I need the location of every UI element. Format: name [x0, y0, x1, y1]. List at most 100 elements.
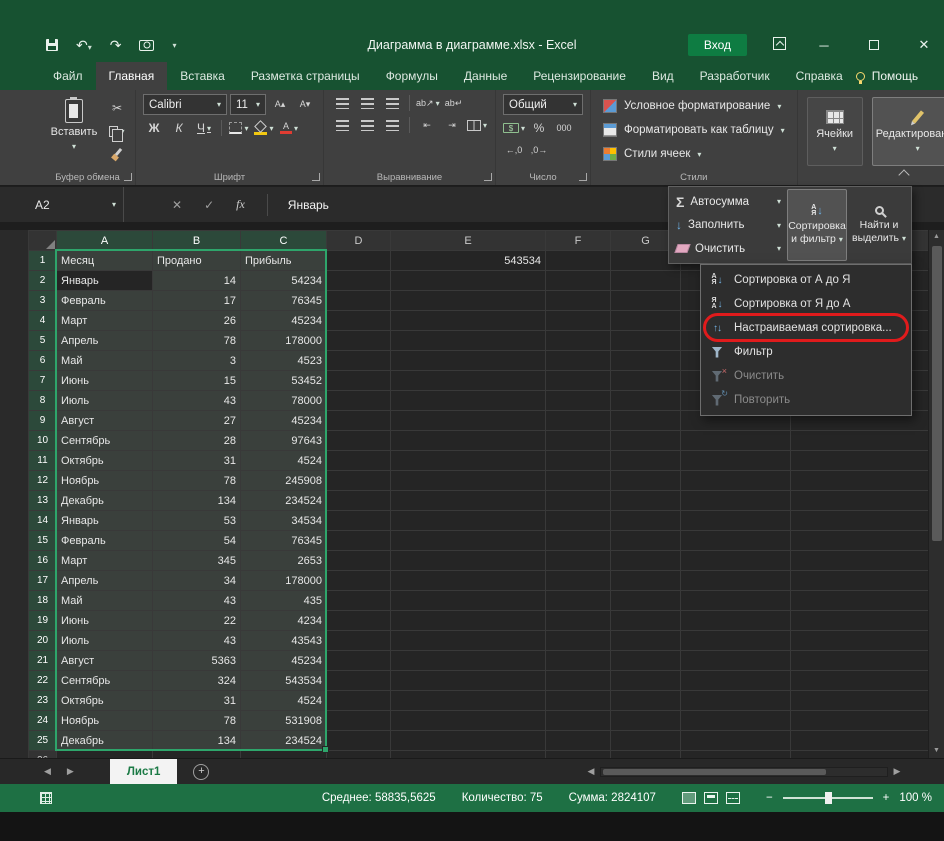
clear-button[interactable]: Очистить ▾ — [671, 237, 787, 260]
cell-C10[interactable]: 97643 — [241, 431, 327, 451]
menu-item[interactable]: Фильтр — [701, 340, 911, 364]
cell-col713[interactable] — [681, 491, 791, 511]
increase-indent-button[interactable]: ⇥ — [441, 116, 463, 134]
cell-A17[interactable]: Апрель — [57, 571, 153, 591]
add-sheet-button[interactable]: + — [193, 764, 209, 780]
cell-G4[interactable] — [611, 311, 681, 331]
cell-col815[interactable] — [791, 531, 929, 551]
cell-G22[interactable] — [611, 671, 681, 691]
dialog-launcher-icon[interactable] — [579, 173, 587, 181]
cell-E6[interactable] — [391, 351, 546, 371]
cell-F2[interactable] — [546, 271, 611, 291]
cell-D3[interactable] — [327, 291, 391, 311]
cell-A6[interactable]: Май — [57, 351, 153, 371]
row-header-16[interactable]: 16 — [29, 551, 57, 571]
zoom-out-icon[interactable]: − — [766, 792, 773, 804]
cell-D2[interactable] — [327, 271, 391, 291]
cell-D16[interactable] — [327, 551, 391, 571]
zoom-level[interactable]: 100 % — [899, 792, 932, 804]
cell-col712[interactable] — [681, 471, 791, 491]
cell-F25[interactable] — [546, 731, 611, 751]
cell-G16[interactable] — [611, 551, 681, 571]
row-header-25[interactable]: 25 — [29, 731, 57, 751]
font-color-button[interactable]: А▾ — [278, 119, 300, 137]
cell-col819[interactable] — [791, 611, 929, 631]
cell-G13[interactable] — [611, 491, 681, 511]
cell-D10[interactable] — [327, 431, 391, 451]
scroll-up-icon[interactable]: ▲ — [929, 230, 944, 244]
cell-col721[interactable] — [681, 651, 791, 671]
cell-B3[interactable]: 17 — [153, 291, 241, 311]
cell-G20[interactable] — [611, 631, 681, 651]
cell-F20[interactable] — [546, 631, 611, 651]
cell-C7[interactable]: 53452 — [241, 371, 327, 391]
cell-E23[interactable] — [391, 691, 546, 711]
number-format-combo[interactable]: Общий▾ — [503, 94, 583, 115]
cell-E18[interactable] — [391, 591, 546, 611]
undo-button[interactable]: ↶▾ — [76, 37, 92, 54]
cell-C13[interactable]: 234524 — [241, 491, 327, 511]
cell-col816[interactable] — [791, 551, 929, 571]
ribbon-tab-Справка[interactable]: Справка — [783, 62, 856, 90]
align-center-button[interactable] — [356, 116, 378, 134]
cell-F19[interactable] — [546, 611, 611, 631]
scroll-right-icon[interactable]: ▶ — [890, 766, 904, 777]
cell-B5[interactable]: 78 — [153, 331, 241, 351]
cell-E5[interactable] — [391, 331, 546, 351]
format-as-table-button[interactable]: Форматировать как таблицу ▾ — [598, 118, 790, 142]
save-button[interactable] — [46, 38, 58, 54]
select-all-button[interactable] — [29, 231, 57, 251]
cell-D9[interactable] — [327, 411, 391, 431]
align-left-button[interactable] — [331, 116, 353, 134]
conditional-formatting-button[interactable]: Условное форматирование ▾ — [598, 94, 790, 118]
cell-A2[interactable]: Январь — [57, 271, 153, 291]
cell-F1[interactable] — [546, 251, 611, 271]
cell-A10[interactable]: Сентябрь — [57, 431, 153, 451]
cell-A19[interactable]: Июнь — [57, 611, 153, 631]
column-header-D[interactable]: D — [327, 231, 391, 251]
cell-B11[interactable]: 31 — [153, 451, 241, 471]
cell-B16[interactable]: 345 — [153, 551, 241, 571]
cell-E3[interactable] — [391, 291, 546, 311]
cell-G21[interactable] — [611, 651, 681, 671]
cell-B2[interactable]: 14 — [153, 271, 241, 291]
cell-G19[interactable] — [611, 611, 681, 631]
cell-col714[interactable] — [681, 511, 791, 531]
fill-color-button[interactable]: ▾ — [253, 119, 275, 137]
cell-A11[interactable]: Октябрь — [57, 451, 153, 471]
cell-col811[interactable] — [791, 451, 929, 471]
screenshot-button[interactable] — [139, 38, 154, 54]
cell-A8[interactable]: Июль — [57, 391, 153, 411]
column-header-C[interactable]: C — [241, 231, 327, 251]
zoom-in-icon[interactable]: + — [883, 792, 890, 804]
cell-G7[interactable] — [611, 371, 681, 391]
cell-E12[interactable] — [391, 471, 546, 491]
row-header-7[interactable]: 7 — [29, 371, 57, 391]
cell-A1[interactable]: Месяц — [57, 251, 153, 271]
cell-C18[interactable]: 435 — [241, 591, 327, 611]
vertical-scrollbar[interactable]: ▲ ▼ — [928, 230, 944, 758]
currency-format-button[interactable]: $▾ — [503, 119, 525, 137]
cell-A4[interactable]: Март — [57, 311, 153, 331]
menu-item[interactable]: Сортировка от А до Я — [701, 268, 911, 292]
row-header-20[interactable]: 20 — [29, 631, 57, 651]
cell-A21[interactable]: Август — [57, 651, 153, 671]
cell-B14[interactable]: 53 — [153, 511, 241, 531]
cell-D19[interactable] — [327, 611, 391, 631]
row-header-11[interactable]: 11 — [29, 451, 57, 471]
cell-D22[interactable] — [327, 671, 391, 691]
cell-D20[interactable] — [327, 631, 391, 651]
cell-D13[interactable] — [327, 491, 391, 511]
cell-C4[interactable]: 45234 — [241, 311, 327, 331]
cell-B4[interactable]: 26 — [153, 311, 241, 331]
column-header-B[interactable]: B — [153, 231, 241, 251]
row-header-10[interactable]: 10 — [29, 431, 57, 451]
cell-D5[interactable] — [327, 331, 391, 351]
cell-E25[interactable] — [391, 731, 546, 751]
increase-decimal-button[interactable]: ←,0 — [503, 141, 525, 159]
cell-col820[interactable] — [791, 631, 929, 651]
ribbon-tab-Формулы[interactable]: Формулы — [373, 62, 451, 90]
wrap-text-button[interactable]: ab↵ — [443, 94, 465, 112]
cell-A16[interactable]: Март — [57, 551, 153, 571]
customize-qat-button[interactable]: ▾ — [172, 41, 176, 50]
